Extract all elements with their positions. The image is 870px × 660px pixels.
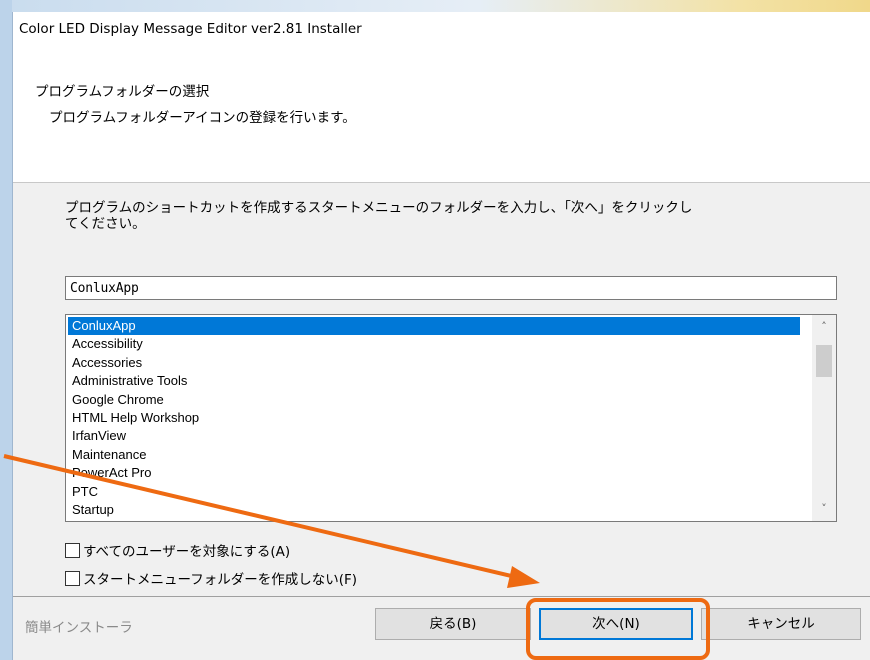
folder-list-items: ConluxApp Accessibility Accessories Admi…	[68, 317, 808, 519]
list-item[interactable]: IrfanView	[68, 427, 808, 445]
scrollbar-thumb[interactable]	[816, 345, 832, 377]
installer-window: Color LED Display Message Editor ver2.81…	[12, 12, 870, 660]
instruction-line-2: てください。	[65, 216, 146, 232]
all-users-checkbox-row[interactable]: すべてのユーザーを対象にする(A)	[65, 540, 290, 560]
next-button-highlight	[526, 598, 710, 660]
page-subtitle: プログラムフォルダーアイコンの登録を行います。	[49, 110, 356, 126]
list-scrollbar[interactable]: ˄ ˅	[812, 315, 836, 521]
list-item[interactable]: Accessories	[68, 354, 808, 372]
no-start-menu-checkbox[interactable]	[65, 571, 80, 586]
existing-folders-list[interactable]: ConluxApp Accessibility Accessories Admi…	[65, 314, 837, 522]
list-item-selected[interactable]: ConluxApp	[68, 317, 800, 336]
all-users-checkbox[interactable]	[65, 543, 80, 558]
instruction-line-1: プログラムのショートカットを作成するスタートメニューのフォルダーを入力し、「次へ…	[65, 200, 693, 216]
list-item[interactable]: PTC	[68, 483, 808, 501]
all-users-label: すべてのユーザーを対象にする(A)	[83, 544, 291, 560]
title-bar[interactable]: Color LED Display Message Editor ver2.81…	[13, 12, 870, 50]
list-item[interactable]: Administrative Tools	[68, 372, 808, 390]
list-item[interactable]: Startup	[68, 501, 808, 519]
installer-brand-label: 簡単インストーラ	[25, 620, 133, 636]
chevron-down-icon[interactable]: ˅	[812, 499, 836, 519]
list-item[interactable]: HTML Help Workshop	[68, 409, 808, 427]
list-item[interactable]: PowerAct Pro	[68, 464, 808, 482]
window-title: Color LED Display Message Editor ver2.81…	[19, 21, 362, 37]
wizard-header: プログラムフォルダーの選択 プログラムフォルダーアイコンの登録を行います。	[13, 50, 870, 183]
page-title: プログラムフォルダーの選択	[35, 84, 210, 100]
footer-divider	[13, 596, 870, 597]
list-item[interactable]: Google Chrome	[68, 391, 808, 409]
chevron-up-icon[interactable]: ˄	[812, 317, 836, 337]
no-start-menu-checkbox-row[interactable]: スタートメニューフォルダーを作成しない(F)	[65, 568, 357, 588]
instruction-text: プログラムのショートカットを作成するスタートメニューのフォルダーを入力し、「次へ…	[65, 200, 845, 232]
desktop-background-left	[0, 0, 12, 660]
desktop-background-strip	[0, 0, 870, 12]
list-item[interactable]: Accessibility	[68, 335, 808, 353]
cancel-button[interactable]: キャンセル	[701, 608, 861, 640]
program-folder-input[interactable]	[65, 276, 837, 300]
list-item[interactable]: Maintenance	[68, 446, 808, 464]
no-start-menu-label: スタートメニューフォルダーを作成しない(F)	[83, 572, 357, 588]
back-button[interactable]: 戻る(B)	[375, 608, 531, 640]
